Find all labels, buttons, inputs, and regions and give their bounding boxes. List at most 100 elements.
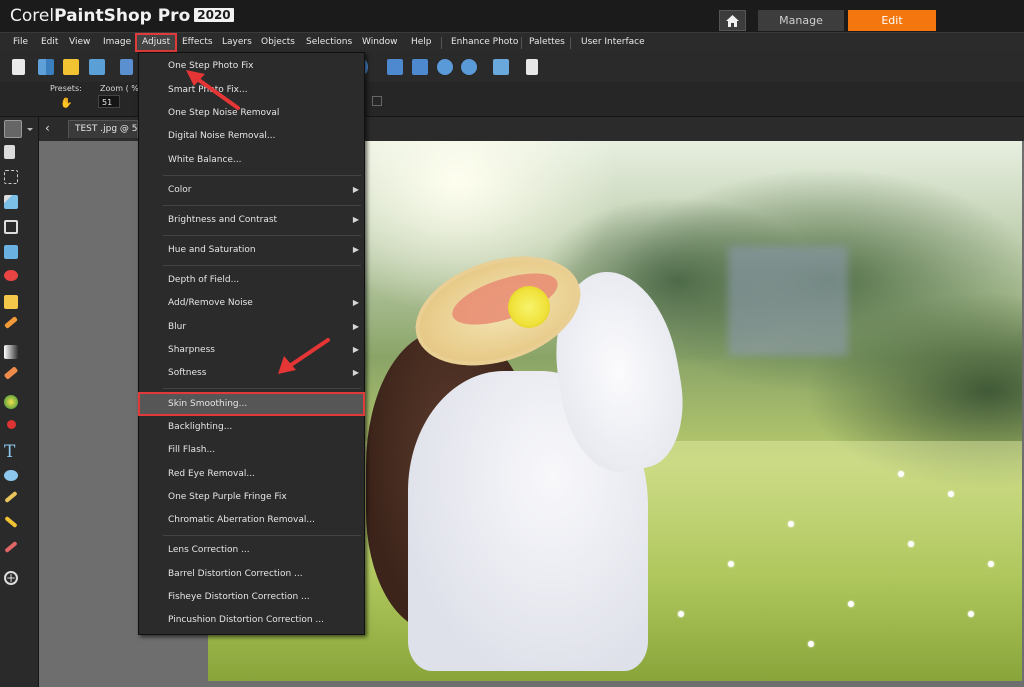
menu-enhance-photo[interactable]: Enhance Photo xyxy=(450,35,519,50)
menu-item-label: Skin Smoothing... xyxy=(168,399,248,409)
blurred-house xyxy=(728,246,848,356)
menu-item-lens-correction[interactable]: Lens Correction ... xyxy=(139,539,364,561)
menu-layers[interactable]: Layers xyxy=(221,35,253,50)
menu-item-label: Smart Photo Fix... xyxy=(168,85,248,95)
menu-item-brightness-contrast[interactable]: Brightness and Contrast ▶ xyxy=(139,209,364,231)
menu-item-label: Fisheye Distortion Correction ... xyxy=(168,592,310,602)
menu-item-chromatic-aberration[interactable]: Chromatic Aberration Removal... xyxy=(139,509,364,531)
menu-item-label: One Step Photo Fix xyxy=(168,61,254,71)
menu-palettes[interactable]: Palettes xyxy=(528,35,566,50)
menu-item-one-step-noise-removal[interactable]: One Step Noise Removal xyxy=(139,102,364,124)
brand-year: 2020 xyxy=(194,8,234,22)
clone-tool-icon[interactable] xyxy=(4,540,18,554)
menu-item-fill-flash[interactable]: Fill Flash... xyxy=(139,439,364,461)
submenu-arrow-icon: ▶ xyxy=(352,345,359,354)
add-tool-icon[interactable]: + xyxy=(4,571,18,585)
menu-item-sharpness[interactable]: Sharpness ▶ xyxy=(139,339,364,361)
menu-item-label: Red Eye Removal... xyxy=(168,469,255,479)
menu-separator xyxy=(163,235,361,236)
submenu-arrow-icon: ▶ xyxy=(352,368,359,377)
zoom-input[interactable]: 51 xyxy=(98,95,120,108)
shape-tool-icon[interactable] xyxy=(4,470,18,481)
pick-tool-icon[interactable] xyxy=(4,145,15,159)
crop-tool-icon[interactable] xyxy=(4,220,18,234)
fill-tool-icon[interactable] xyxy=(4,395,18,409)
menu-edit[interactable]: Edit xyxy=(40,35,59,50)
menu-separator xyxy=(163,388,361,389)
menu-separator xyxy=(570,37,571,49)
tab-manage[interactable]: Manage xyxy=(758,10,844,31)
menu-selections[interactable]: Selections xyxy=(305,35,353,50)
pen-tool-icon[interactable] xyxy=(4,490,18,504)
fit-window-icon[interactable] xyxy=(387,59,403,75)
eraser-tool-icon[interactable] xyxy=(3,366,19,380)
menu-item-label: One Step Purple Fringe Fix xyxy=(168,492,287,502)
menu-item-color[interactable]: Color ▶ xyxy=(139,179,364,201)
pan-tool-icon[interactable] xyxy=(4,120,22,138)
tab-edit[interactable]: Edit xyxy=(848,10,936,31)
menu-item-skin-smoothing[interactable]: Skin Smoothing... xyxy=(138,392,365,416)
pan-preset-icon[interactable]: ✋ xyxy=(60,98,72,109)
tools-panel: T + xyxy=(0,117,39,687)
menu-item-pincushion-distortion[interactable]: Pincushion Distortion Correction ... xyxy=(139,609,364,631)
menu-user-interface[interactable]: User Interface xyxy=(580,35,646,50)
chevron-left-icon[interactable]: ‹ xyxy=(45,121,50,135)
menu-objects[interactable]: Objects xyxy=(260,35,296,50)
paste-icon[interactable] xyxy=(526,59,538,75)
browse-icon[interactable] xyxy=(38,59,54,75)
menu-item-label: Hue and Saturation xyxy=(168,245,256,255)
menu-item-purple-fringe-fix[interactable]: One Step Purple Fringe Fix xyxy=(139,486,364,508)
home-button[interactable] xyxy=(719,10,746,31)
brand-corel: Corel xyxy=(10,6,55,26)
brand-product: PaintShop Pro xyxy=(54,6,191,26)
menu-image[interactable]: Image xyxy=(102,35,132,50)
red-eye-tool-icon[interactable] xyxy=(4,270,18,281)
menu-effects[interactable]: Effects xyxy=(181,35,214,50)
menu-item-digital-noise-removal[interactable]: Digital Noise Removal... xyxy=(139,125,364,147)
new-file-icon[interactable] xyxy=(12,59,25,75)
menu-help[interactable]: Help xyxy=(410,35,433,50)
menu-view[interactable]: View xyxy=(68,35,91,50)
chevron-down-icon[interactable] xyxy=(27,128,33,131)
presets-label: Presets: xyxy=(50,84,82,93)
menu-item-softness[interactable]: Softness ▶ xyxy=(139,362,364,384)
save-icon[interactable] xyxy=(120,59,133,75)
warp-tool-icon[interactable] xyxy=(4,515,18,529)
menu-item-label: Barrel Distortion Correction ... xyxy=(168,569,303,579)
fit-image-icon[interactable] xyxy=(412,59,428,75)
makeover-tool-icon[interactable] xyxy=(4,295,18,309)
menu-item-fisheye-distortion[interactable]: Fisheye Distortion Correction ... xyxy=(139,586,364,608)
zoom-out-icon[interactable] xyxy=(437,59,453,75)
full-screen-icon[interactable] xyxy=(493,59,509,75)
open-folder-icon[interactable] xyxy=(63,59,79,75)
menu-item-white-balance[interactable]: White Balance... xyxy=(139,149,364,171)
menu-item-depth-of-field[interactable]: Depth of Field... xyxy=(139,269,364,291)
menu-item-backlighting[interactable]: Backlighting... xyxy=(139,416,364,438)
menu-item-barrel-distortion[interactable]: Barrel Distortion Correction ... xyxy=(139,563,364,585)
dropper-tool-icon[interactable] xyxy=(7,420,16,429)
zoom-in-icon[interactable] xyxy=(461,59,477,75)
menu-item-smart-photo-fix[interactable]: Smart Photo Fix... xyxy=(139,79,364,101)
gradient-tool-icon[interactable] xyxy=(4,345,18,359)
menu-bar: File Edit View Image Adjust Effects Laye… xyxy=(0,32,1024,54)
menu-item-add-remove-noise[interactable]: Add/Remove Noise ▶ xyxy=(139,292,364,314)
menu-file[interactable]: File xyxy=(12,35,29,50)
menu-item-blur[interactable]: Blur ▶ xyxy=(139,316,364,338)
submenu-arrow-icon: ▶ xyxy=(352,322,359,331)
scan-icon[interactable] xyxy=(89,59,105,75)
menu-item-one-step-photo-fix[interactable]: One Step Photo Fix xyxy=(139,55,364,77)
paint-brush-icon[interactable] xyxy=(4,316,18,329)
selection-tool-icon[interactable] xyxy=(4,170,18,184)
menu-item-hue-saturation[interactable]: Hue and Saturation ▶ xyxy=(139,239,364,261)
magic-wand-icon[interactable] xyxy=(4,195,18,209)
grid-icon[interactable] xyxy=(372,96,382,106)
menu-adjust[interactable]: Adjust xyxy=(134,33,178,52)
submenu-arrow-icon: ▶ xyxy=(352,298,359,307)
menu-window[interactable]: Window xyxy=(361,35,399,50)
straighten-tool-icon[interactable] xyxy=(4,245,18,259)
menu-item-red-eye-removal[interactable]: Red Eye Removal... xyxy=(139,463,364,485)
text-tool-icon[interactable]: T xyxy=(4,443,22,461)
menu-item-label: Fill Flash... xyxy=(168,445,216,455)
document-tab[interactable]: TEST .jpg @ 51 xyxy=(68,120,138,138)
zoom-label: Zoom ( % xyxy=(100,84,139,93)
